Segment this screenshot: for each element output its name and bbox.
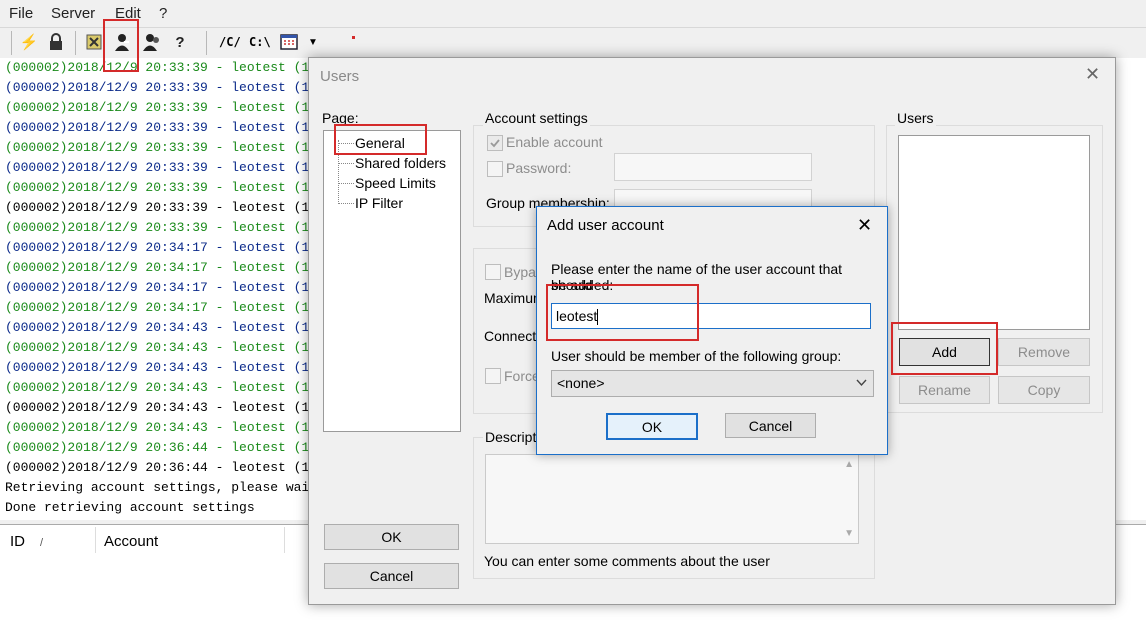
log-line: Done retrieving account settings — [5, 500, 255, 515]
log-line: (000002)2018/12/9 20:34:17 - leotest (12… — [5, 240, 325, 255]
dropdown-arrow-icon[interactable]: ▼ — [302, 31, 324, 53]
sort-indicator-icon: / — [40, 537, 44, 549]
tree-item-speed-limits[interactable]: Speed Limits — [355, 175, 436, 191]
connections-label: Connecti — [484, 328, 540, 344]
tree-connector — [338, 183, 354, 184]
groups-icon[interactable] — [140, 31, 162, 53]
description-hint: You can enter some comments about the us… — [484, 553, 770, 569]
show-path-button[interactable]: /C/ — [219, 35, 241, 49]
highlight-users-icon-box — [103, 19, 139, 72]
log-line: (000002)2018/12/9 20:34:43 - leotest (12… — [5, 400, 325, 415]
log-line: (000002)2018/12/9 20:34:43 - leotest (12… — [5, 360, 325, 375]
password-field[interactable] — [614, 153, 812, 181]
log-line: (000002)2018/12/9 20:33:39 - leotest (12… — [5, 160, 325, 175]
toolbar-separator — [206, 31, 207, 55]
add-user-cancel-button[interactable]: Cancel — [725, 413, 816, 438]
toolbar: ⚡ ? /C/ C:\ ▼ — [0, 27, 1146, 60]
copy-user-button[interactable]: Copy — [998, 376, 1090, 404]
users-dialog-title: Users — [320, 68, 360, 85]
enable-account-label: Enable account — [506, 134, 603, 150]
menu-bar: File Server Edit ? — [0, 0, 1146, 27]
tree-item-ip-filter[interactable]: IP Filter — [355, 195, 403, 211]
tree-item-shared-folders[interactable]: Shared folders — [355, 155, 446, 171]
log-line: (000002)2018/12/9 20:33:39 - leotest (12… — [5, 100, 325, 115]
column-header-account[interactable]: Account — [104, 533, 158, 550]
column-header-id[interactable]: ID — [10, 533, 25, 550]
highlight-add-button-box — [891, 322, 998, 375]
users-list-label: Users — [895, 110, 936, 126]
log-line: (000002)2018/12/9 20:33:39 - leotest (12… — [5, 180, 325, 195]
show-drive-button[interactable]: C:\ — [249, 35, 271, 49]
log-line: (000002)2018/12/9 20:33:39 - leotest (12… — [5, 200, 325, 215]
rename-user-button[interactable]: Rename — [899, 376, 990, 404]
log-line: (000002)2018/12/9 20:36:44 - leotest (12… — [5, 440, 325, 455]
column-divider — [284, 527, 285, 553]
connect-icon[interactable]: ⚡ — [18, 31, 40, 53]
menu-server[interactable]: Server — [51, 5, 95, 22]
password-label: Password: — [506, 160, 572, 176]
log-line: (000002)2018/12/9 20:36:44 - leotest (12… — [5, 460, 325, 475]
close-icon[interactable]: ✕ — [857, 215, 872, 236]
users-cancel-button[interactable]: Cancel — [324, 563, 459, 589]
log-line: (000002)2018/12/9 20:34:17 - leotest (12… — [5, 260, 325, 275]
menu-help[interactable]: ? — [159, 5, 167, 22]
log-line: (000002)2018/12/9 20:34:43 - leotest (12… — [5, 320, 325, 335]
bypass-checkbox[interactable] — [485, 264, 501, 280]
enable-account-checkbox[interactable] — [487, 135, 503, 151]
lock-icon[interactable] — [45, 31, 67, 53]
log-line: (000002)2018/12/9 20:33:39 - leotest (12… — [5, 80, 325, 95]
log-line: (000002)2018/12/9 20:34:43 - leotest (12… — [5, 420, 325, 435]
scroll-up-icon[interactable]: ▲ — [844, 459, 854, 470]
close-icon[interactable]: ✕ — [1085, 64, 1100, 85]
column-divider — [95, 527, 96, 553]
toolbar-separator — [75, 31, 76, 55]
tree-connector — [338, 163, 354, 164]
users-ok-button[interactable]: OK — [324, 524, 459, 550]
force-checkbox[interactable] — [485, 368, 501, 384]
description-textarea[interactable]: ▲ ▼ — [485, 454, 859, 544]
server-settings-icon[interactable] — [83, 31, 105, 53]
group-select[interactable]: <none> — [551, 370, 874, 397]
highlight-general-box — [334, 124, 427, 155]
log-line: Retrieving account settings, please wait… — [5, 480, 325, 495]
log-line: (000002)2018/12/9 20:33:39 - leotest (12… — [5, 220, 325, 235]
highlight-name-input-box — [546, 284, 699, 341]
add-user-dialog-title: Add user account — [547, 217, 664, 234]
log-line: (000002)2018/12/9 20:33:39 - leotest (12… — [5, 120, 325, 135]
scroll-down-icon[interactable]: ▼ — [844, 528, 854, 539]
log-line: (000002)2018/12/9 20:34:17 - leotest (12… — [5, 280, 325, 295]
log-line: (000002)2018/12/9 20:34:43 - leotest (12… — [5, 340, 325, 355]
help-icon[interactable]: ? — [169, 31, 191, 53]
add-user-ok-button[interactable]: OK — [606, 413, 698, 440]
chevron-down-icon — [856, 379, 867, 387]
password-checkbox[interactable] — [487, 161, 503, 177]
tree-connector — [338, 203, 354, 204]
remove-user-button[interactable]: Remove — [998, 338, 1090, 366]
group-select-value: <none> — [557, 375, 605, 391]
log-line: (000002)2018/12/9 20:33:39 - leotest (12… — [5, 140, 325, 155]
log-line: (000002)2018/12/9 20:34:17 - leotest (12… — [5, 300, 325, 315]
grid-view-icon[interactable] — [278, 31, 300, 53]
group-label: User should be member of the following g… — [551, 348, 842, 364]
red-dot-marker — [352, 36, 355, 39]
force-label: Force — [504, 368, 540, 384]
account-settings-label: Account settings — [483, 110, 590, 126]
log-line: (000002)2018/12/9 20:34:43 - leotest (12… — [5, 380, 325, 395]
page-tree: General Shared folders Speed Limits IP F… — [323, 130, 461, 432]
menu-file[interactable]: File — [9, 5, 33, 22]
toolbar-grip — [11, 31, 12, 55]
log-line: (000002)2018/12/9 20:33:39 - leotest (12… — [5, 60, 325, 75]
users-listbox[interactable] — [898, 135, 1090, 330]
